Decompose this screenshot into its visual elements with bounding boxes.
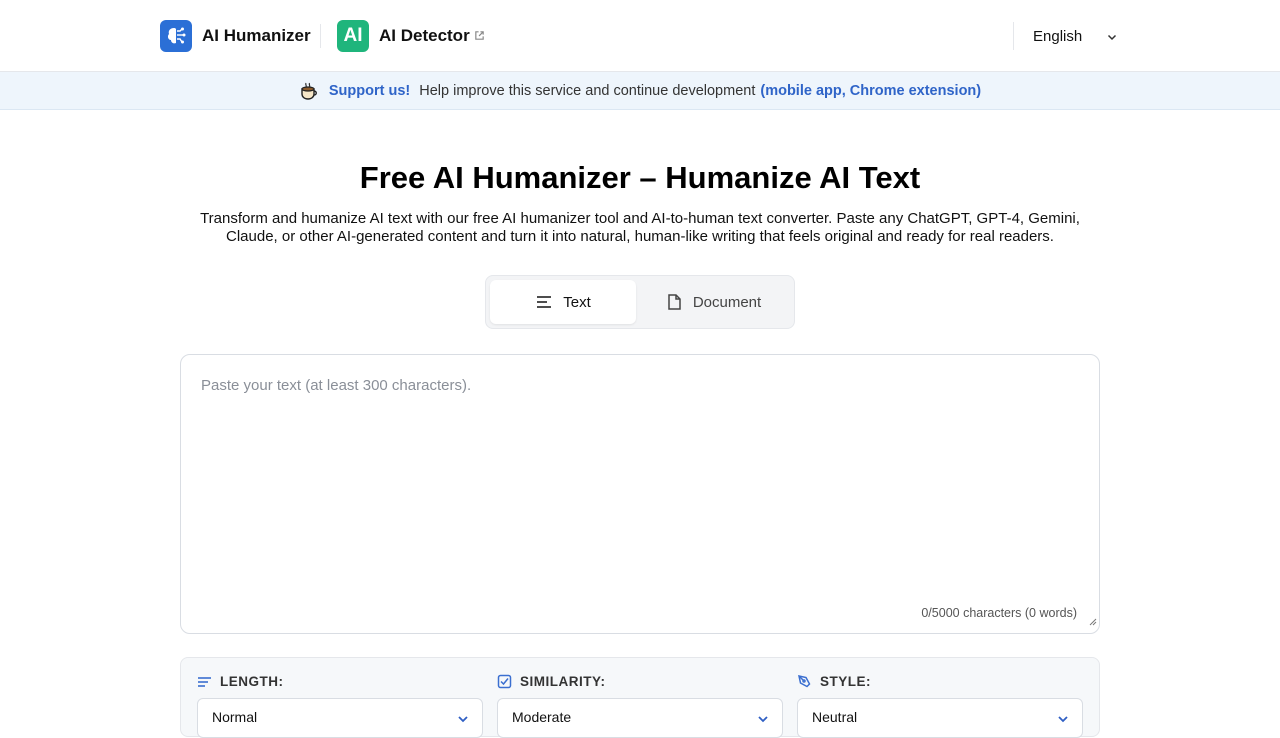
text-input[interactable] [181,355,1099,633]
length-value: Normal [212,709,258,725]
style-select[interactable]: Neutral [797,698,1083,738]
brain-circuit-icon [160,20,192,52]
language-select[interactable]: English [1024,20,1124,52]
similarity-value: Moderate [512,709,572,725]
ai-humanizer-label: AI Humanizer [202,26,311,45]
ai-detector-label: AI Detector [379,26,470,45]
humanize-options-panel: LENGTH: Normal SIMILARITY: Moderate STYL… [180,657,1100,738]
lines-icon [198,676,211,687]
chevron-down-icon [1106,30,1118,47]
header-divider [320,24,321,48]
ai-detector-logo: AI [337,20,369,52]
mobile-app-chrome-extension-link[interactable]: (mobile app, Chrome extension) [760,83,981,99]
style-label-text: STYLE: [820,674,872,689]
chevron-down-icon [456,712,470,729]
chevron-down-icon [756,712,770,729]
support-banner: Support us! Help improve this service an… [0,72,1280,110]
tab-text-label: Text [563,293,591,311]
document-icon [668,294,681,310]
coffee-cup-icon [299,81,319,101]
similarity-label: SIMILARITY: [497,674,606,689]
tab-text[interactable]: Text [490,280,636,324]
language-value: English [1033,27,1083,45]
similarity-label-text: SIMILARITY: [520,674,606,689]
character-counter: 0/5000 characters (0 words) [921,606,1077,620]
length-select[interactable]: Normal [197,698,483,738]
chevron-down-icon [1056,712,1070,729]
checkbox-icon [497,674,512,689]
resize-handle-icon[interactable] [1087,613,1097,631]
input-mode-tabs: Text Document [485,275,795,329]
page-title: Free AI Humanizer – Humanize AI Text [359,160,921,195]
similarity-select[interactable]: Moderate [497,698,783,738]
support-message: Help improve this service and continue d… [419,82,756,99]
text-lines-icon [537,296,552,308]
ai-detector-link[interactable]: AI AI Detector [337,20,485,52]
length-label: LENGTH: [197,674,284,689]
length-label-text: LENGTH: [220,674,284,689]
text-editor: 0/5000 characters (0 words) [180,354,1100,634]
pen-tool-icon [798,675,811,688]
page-subtitle: Transform and humanize AI text with our … [200,210,1080,245]
top-header: AI Humanizer AI AI Detector English [0,0,1280,72]
tab-document[interactable]: Document [640,280,786,324]
ai-humanizer-home-link[interactable]: AI Humanizer [160,20,311,52]
external-link-icon [474,28,485,46]
support-us-link[interactable]: Support us! [329,83,410,99]
style-value: Neutral [812,709,858,725]
style-label: STYLE: [797,674,871,689]
language-divider [1013,22,1014,50]
tab-document-label: Document [692,293,762,311]
